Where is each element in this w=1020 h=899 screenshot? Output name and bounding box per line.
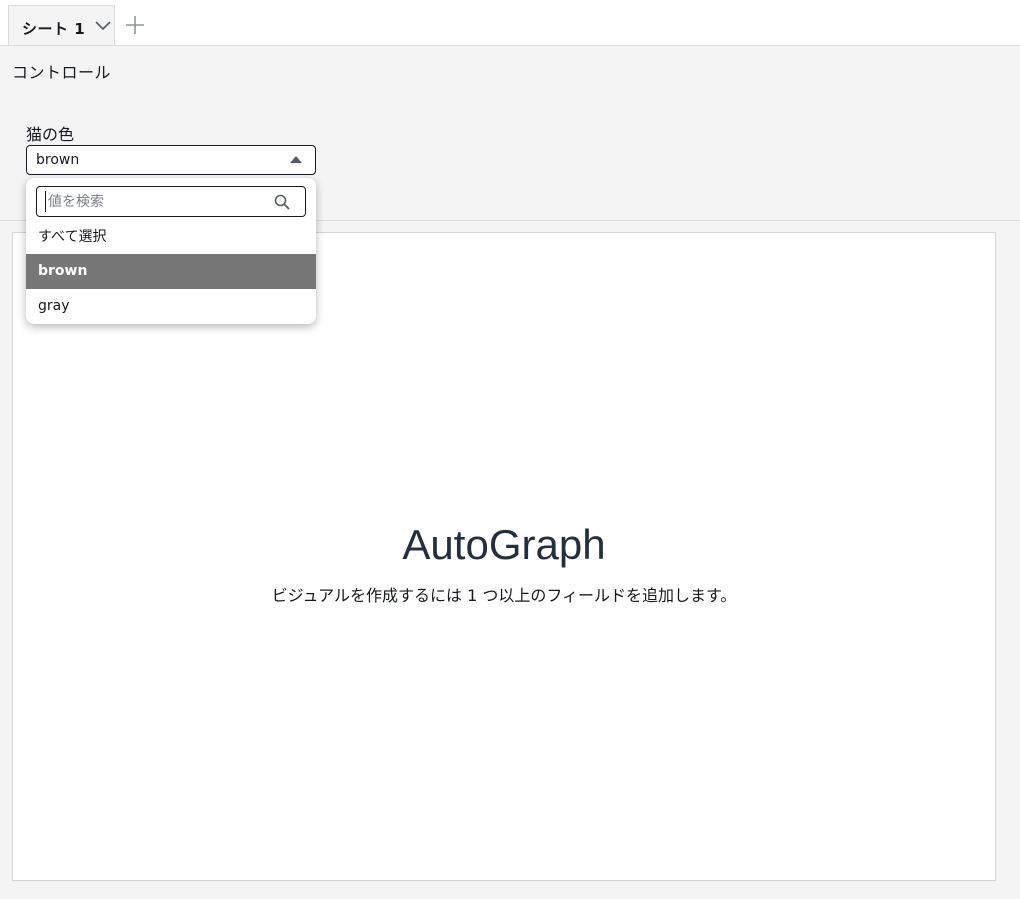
option-select-all[interactable]: すべて選択 [26,220,316,255]
search-box[interactable] [36,186,306,217]
filter-select[interactable]: brown [26,145,316,175]
sheet-tab[interactable]: シート 1 [8,5,115,45]
filter-selected-value: brown [36,152,80,168]
filter-dropdown: すべて選択 brown gray [26,178,316,324]
caret-up-icon [290,156,302,163]
search-input[interactable] [45,191,272,212]
filter-label: 猫の色 [26,125,75,144]
search-icon [274,194,290,210]
add-sheet-icon[interactable] [124,14,146,36]
chevron-down-icon[interactable] [94,18,112,34]
option-gray[interactable]: gray [26,289,316,324]
visual-panel[interactable]: AutoGraph ビジュアルを作成するには 1 つ以上のフィールドを追加します… [12,232,996,881]
visual-title: AutoGraph [402,521,606,568]
option-brown[interactable]: brown [26,254,316,289]
sheet-tab-label: シート 1 [22,20,86,38]
visual-hint: ビジュアルを作成するには 1 つ以上のフィールドを追加します。 [271,586,737,605]
controls-heading: コントロール [12,63,112,82]
sheet-tab-bar: シート 1 [0,0,1020,46]
